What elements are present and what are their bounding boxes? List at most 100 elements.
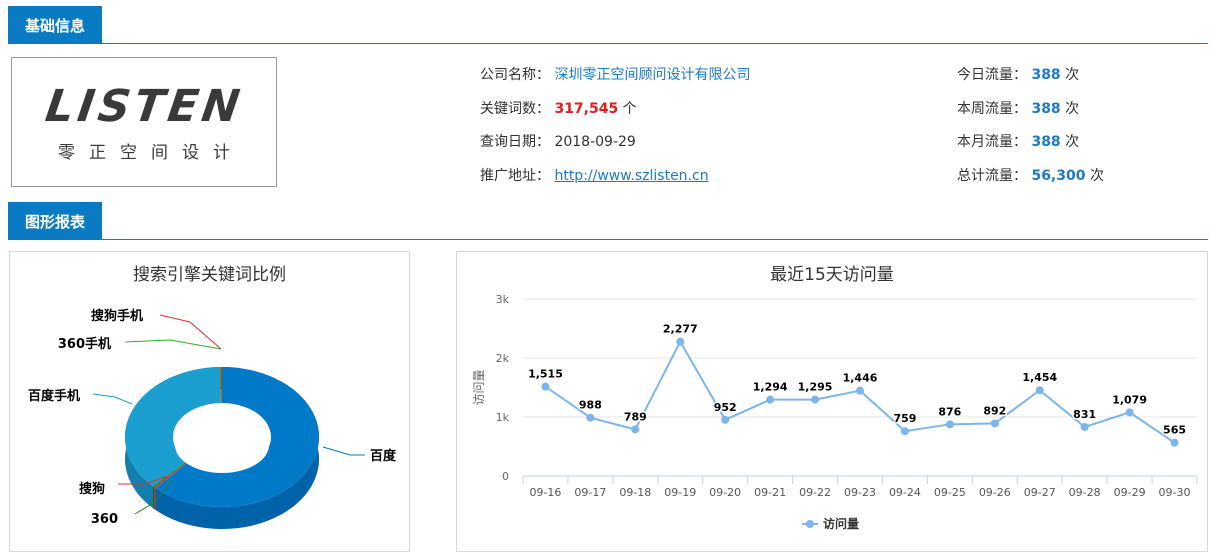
x-tick-label: 09-20 [709, 486, 741, 499]
data-label: 1,079 [1112, 393, 1147, 406]
pie-chart: 百度搜狗 360 百度手机 360手机 搜狗手机 [28, 308, 397, 529]
today-unit: 次 [1065, 67, 1080, 83]
today-value: 388 [1031, 67, 1061, 83]
basic-info-header: 基础信息 [8, 6, 1208, 44]
data-label: 952 [714, 401, 737, 414]
pie-label-百度手机: 百度手机 [28, 388, 80, 404]
pie-leader-360手机 [124, 339, 222, 350]
month-row: 本月流量： 388 次 [957, 131, 1079, 151]
data-point [766, 395, 775, 404]
pie-leader-百度手机 [92, 393, 133, 405]
data-point [631, 425, 640, 434]
company-logo: LISTEN 零正空间设计 [11, 57, 277, 187]
x-tick-label: 09-17 [574, 486, 606, 499]
x-tick-label: 09-21 [754, 486, 786, 499]
pie-leader-百度 [322, 446, 365, 456]
data-label: 1,515 [528, 368, 563, 381]
pie-label-360手机: 360手机 [58, 336, 111, 352]
pie-side-360 [152, 486, 155, 510]
promo-url-link[interactable]: http://www.szlisten.cn [554, 168, 708, 184]
data-label: 789 [624, 410, 647, 423]
data-label: 988 [579, 399, 602, 412]
x-tick-label: 09-29 [1114, 486, 1146, 499]
y-tick-label: 1k [496, 411, 510, 424]
data-point [541, 382, 550, 391]
month-unit: 次 [1065, 134, 1080, 150]
data-label: 876 [938, 405, 961, 418]
x-tick-label: 09-24 [889, 486, 921, 499]
data-point [990, 419, 999, 428]
month-value: 388 [1031, 134, 1061, 150]
data-point [1080, 422, 1089, 431]
y-axis-title: 访问量 [472, 369, 486, 405]
today-label: 今日流量： [957, 67, 1027, 83]
legend-label: 访问量 [823, 516, 859, 531]
company-name: 深圳零正空间顾问设计有限公司 [554, 67, 751, 83]
data-point [586, 413, 595, 422]
query-date: 2018-09-29 [554, 134, 636, 150]
today-row: 今日流量： 388 次 [957, 64, 1079, 84]
keywords-unit: 个 [622, 101, 637, 117]
x-tick-label: 09-30 [1159, 486, 1191, 499]
data-label: 831 [1073, 408, 1096, 421]
date-row: 查询日期： 2018-09-29 [480, 131, 636, 151]
x-tick-label: 09-25 [934, 486, 966, 499]
week-label: 本周流量： [957, 101, 1027, 117]
data-label: 759 [893, 412, 916, 425]
charts-tab[interactable]: 图形报表 [8, 202, 102, 240]
total-unit: 次 [1089, 168, 1104, 184]
date-label: 查询日期： [480, 134, 550, 150]
data-label: 1,454 [1022, 371, 1057, 384]
data-label: 2,277 [663, 323, 698, 336]
x-tick-label: 09-18 [619, 486, 651, 499]
data-label: 565 [1163, 424, 1186, 437]
data-point [1125, 408, 1134, 417]
pie-chart-title: 搜索引擎关键词比例 [133, 265, 286, 285]
data-point [811, 395, 820, 404]
line-chart-title: 最近15天访问量 [770, 265, 894, 285]
url-row: 推广地址： http://www.szlisten.cn [480, 165, 709, 185]
x-tick-label: 09-28 [1069, 486, 1101, 499]
week-unit: 次 [1065, 101, 1080, 117]
url-label: 推广地址： [480, 168, 550, 184]
y-tick-label: 2k [496, 352, 510, 365]
company-row: 公司名称： 深圳零正空间顾问设计有限公司 [480, 64, 750, 84]
week-row: 本周流量： 388 次 [957, 98, 1079, 118]
x-tick-label: 09-23 [844, 486, 876, 499]
line-chart: 0 1k 2k 3k 访问量 09-16 09-17 09-18 09-19 09-20 09-21… [472, 293, 1198, 531]
y-tick-label: 0 [502, 470, 509, 483]
data-point [1170, 438, 1179, 447]
data-point [945, 420, 954, 429]
x-tick-label: 09-27 [1024, 486, 1056, 499]
x-tick-label: 09-16 [529, 486, 561, 499]
data-label: 892 [983, 404, 1006, 417]
logo-word: LISTEN [41, 81, 247, 132]
x-tick-label: 09-19 [664, 486, 696, 499]
data-label: 1,295 [798, 381, 833, 394]
line-chart-panel: 最近15天访问量 0 1k 2k 3k 访问量 09-16 09-17 09-18 09-19 0… [456, 251, 1208, 552]
data-point [721, 415, 730, 424]
data-label: 1,446 [843, 372, 878, 385]
data-label: 1,294 [753, 381, 788, 394]
pie-chart-panel: 搜索引擎关键词比例 百度 搜狗 360 百度手机 360手机 搜狗手机 [9, 251, 410, 552]
legend-marker [806, 520, 814, 528]
month-label: 本月流量： [957, 134, 1027, 150]
company-label: 公司名称： [480, 67, 550, 83]
data-point [676, 337, 685, 346]
keywords-label: 关键词数： [480, 101, 550, 117]
logo-subtitle: 零正空间设计 [58, 143, 244, 163]
data-point [1035, 386, 1044, 395]
x-tick-label: 09-22 [799, 486, 831, 499]
pie-label-搜狗: 搜狗 [79, 481, 105, 497]
y-tick-label: 3k [496, 293, 510, 306]
pie-label-百度: 百度 [370, 448, 397, 464]
data-point [900, 427, 909, 436]
basic-info-tab[interactable]: 基础信息 [8, 6, 102, 44]
total-row: 总计流量： 56,300 次 [957, 165, 1104, 185]
pie-side-搜狗 [154, 487, 156, 511]
pie-hole [175, 417, 269, 473]
charts-header: 图形报表 [8, 202, 1208, 240]
x-tick-label: 09-26 [979, 486, 1011, 499]
week-value: 388 [1031, 101, 1061, 117]
pie-label-搜狗手机: 搜狗手机 [91, 308, 143, 324]
